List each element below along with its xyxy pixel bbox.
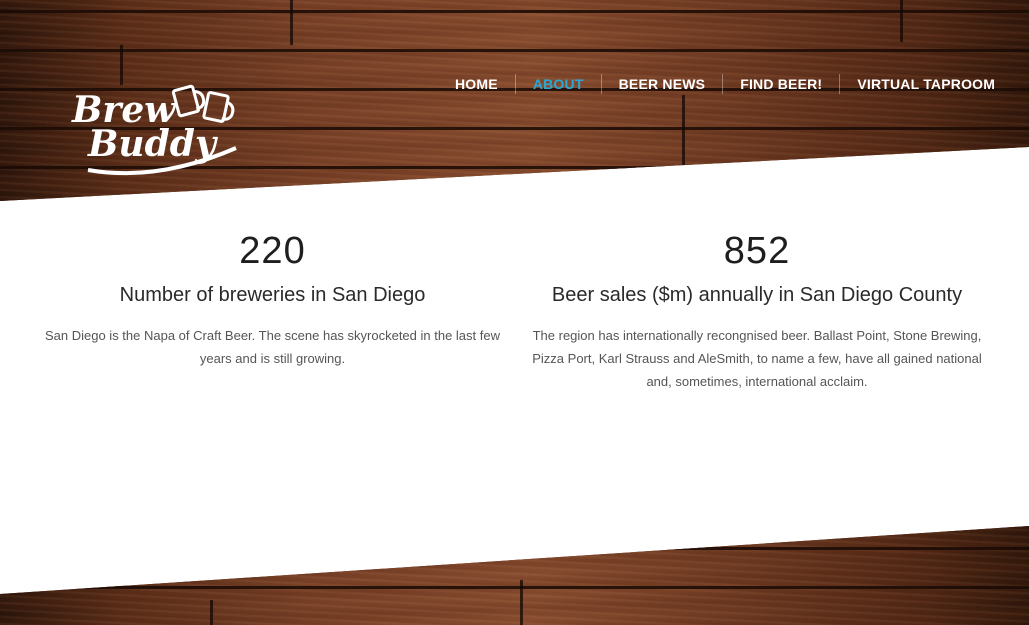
stat-title: Number of breweries in San Diego (119, 284, 426, 306)
stat-number: 220 (239, 230, 306, 272)
brew-buddy-logo[interactable]: Brew Buddy (68, 78, 248, 178)
nav-item-home[interactable]: HOME (438, 74, 515, 94)
stat-number: 852 (723, 230, 791, 272)
stat-title: Beer sales ($m) annually in San Diego Co… (551, 284, 963, 306)
nav-item-about[interactable]: ABOUT (516, 74, 601, 94)
footer-wood-background (0, 526, 1029, 625)
nav-item-virtual-taproom[interactable]: VIRTUAL TAPROOM (840, 74, 1012, 94)
logo-word-buddy: Buddy (87, 123, 218, 165)
stat-breweries: 220 Number of breweries in San Diego San… (40, 226, 505, 370)
nav-item-beer-news[interactable]: BEER NEWS (602, 74, 723, 94)
stat-description: San Diego is the Napa of Craft Beer. The… (44, 328, 500, 366)
main-nav: HOME ABOUT BEER NEWS FIND BEER! VIRTUAL … (438, 74, 1012, 94)
beer-mug-icon (171, 84, 206, 118)
stat-beer-sales: 852 Beer sales ($m) annually in San Dieg… (527, 226, 987, 393)
page: Brew Buddy HOME ABOUT BEER NEWS FIND BEE… (0, 0, 1029, 625)
nav-item-find-beer[interactable]: FIND BEER! (723, 74, 839, 94)
stat-description: The region has internationally recongnis… (532, 328, 982, 389)
beer-mug-icon (202, 91, 235, 123)
